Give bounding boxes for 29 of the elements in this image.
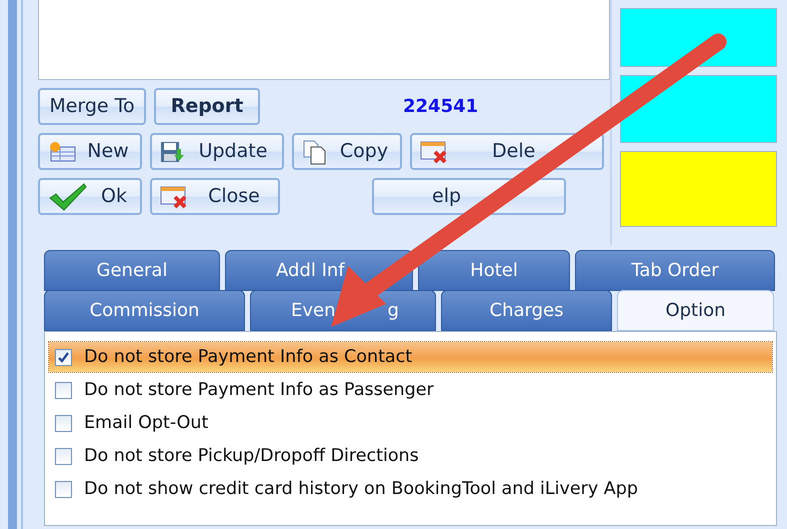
tab[interactable]: General — [44, 250, 220, 291]
check-icon — [48, 182, 88, 210]
record-number: 224541 — [403, 95, 478, 119]
option-label: Email Opt-Out — [84, 412, 208, 435]
copy-button[interactable]: Copy — [292, 133, 402, 170]
option-label: Do not store Pickup/Dropoff Directions — [84, 444, 419, 468]
ok-button[interactable]: Ok — [38, 178, 142, 215]
action-button[interactable]: Merge To — [38, 88, 146, 125]
checkbox[interactable] — [55, 480, 72, 498]
option-label: Do not store Payment Info as Contact — [84, 346, 412, 369]
checkbox[interactable] — [55, 448, 72, 464]
floppy-disk-icon — [160, 140, 184, 162]
tab[interactable]: Commission — [44, 290, 245, 331]
checkbox[interactable] — [55, 382, 72, 398]
copy-icon — [302, 138, 328, 164]
option-label: Do not show credit card history on BookingTool and iLivery App — [84, 478, 638, 501]
memo-field[interactable] — [38, 0, 610, 80]
tab[interactable]: Charges — [441, 290, 612, 331]
table-icon — [48, 140, 76, 162]
tab[interactable]: Option — [617, 290, 774, 331]
tab[interactable]: Hotel — [418, 250, 570, 291]
checkbox[interactable] — [55, 414, 72, 432]
update-button[interactable]: Update — [150, 133, 284, 170]
close-button[interactable]: Close — [150, 178, 280, 215]
option-label: Do not store Payment Info as Passenger — [84, 378, 434, 402]
action-button[interactable]: Report — [154, 88, 260, 125]
tab[interactable]: Tab Order — [575, 250, 775, 291]
checkbox[interactable] — [55, 348, 72, 366]
new-button[interactable]: New — [38, 133, 142, 170]
